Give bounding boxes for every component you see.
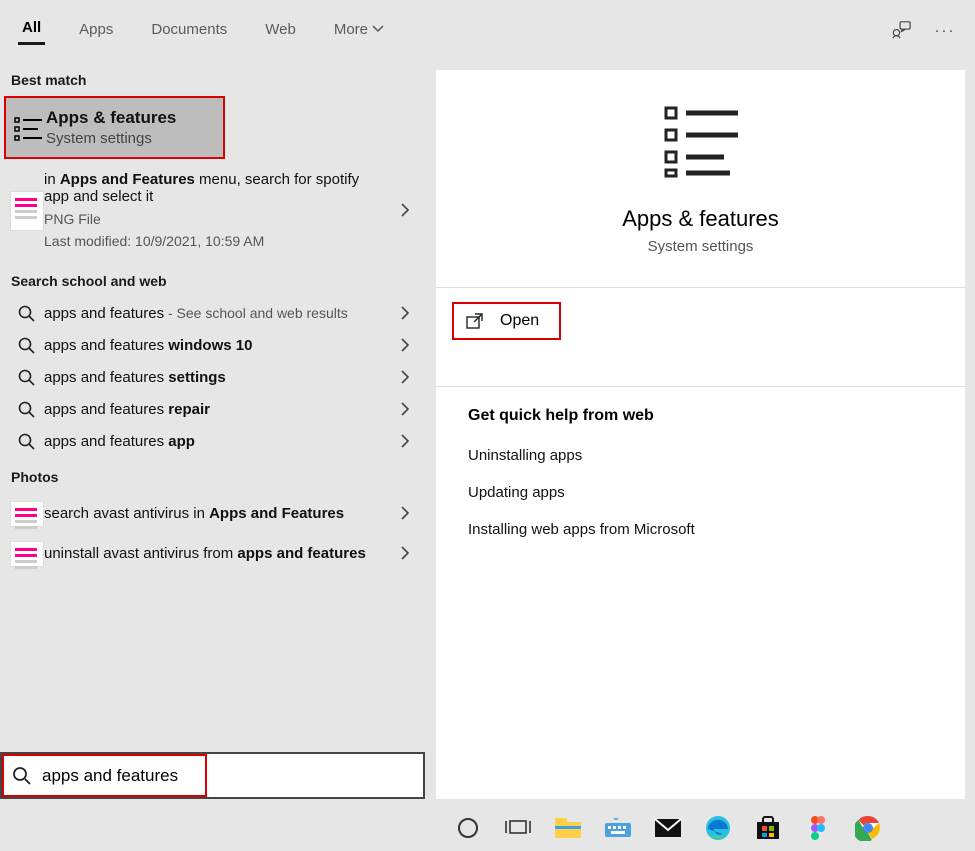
thumbnail-icon bbox=[10, 191, 44, 231]
section-best-match: Best match bbox=[0, 60, 426, 96]
file-result-modified: Last modified: 10/9/2021, 10:59 AM bbox=[44, 233, 386, 249]
file-result-title: in Apps and Features menu, search for sp… bbox=[44, 171, 386, 205]
tab-all[interactable]: All bbox=[18, 15, 45, 45]
search-icon bbox=[10, 367, 44, 387]
photo-result-0[interactable]: search avast antivirus in Apps and Featu… bbox=[0, 493, 426, 533]
preview-panel: Apps & features System settings Open Get… bbox=[436, 70, 965, 799]
photo-result-1[interactable]: uninstall avast antivirus from apps and … bbox=[0, 533, 426, 573]
search-icon bbox=[10, 399, 44, 419]
taskbar bbox=[435, 804, 975, 851]
chevron-right-icon bbox=[400, 203, 410, 217]
search-icon bbox=[10, 335, 44, 355]
chrome-icon[interactable] bbox=[853, 813, 883, 843]
help-link-installing[interactable]: Installing web apps from Microsoft bbox=[436, 511, 965, 548]
file-result-type: PNG File bbox=[44, 211, 386, 227]
search-icon bbox=[2, 766, 42, 786]
web-result-1[interactable]: apps and features windows 10 bbox=[0, 329, 426, 361]
results-panel: Best match Apps & features System settin… bbox=[0, 60, 426, 799]
mail-icon[interactable] bbox=[653, 813, 683, 843]
search-input[interactable] bbox=[42, 754, 423, 797]
tab-documents[interactable]: Documents bbox=[147, 17, 231, 44]
web-result-2[interactable]: apps and features settings bbox=[0, 361, 426, 393]
keyboard-icon[interactable] bbox=[603, 813, 633, 843]
file-explorer-icon[interactable] bbox=[553, 813, 583, 843]
web-result-3[interactable]: apps and features repair bbox=[0, 393, 426, 425]
preview-title: Apps & features bbox=[436, 206, 965, 232]
search-icon bbox=[10, 303, 44, 323]
section-photos: Photos bbox=[0, 457, 426, 493]
help-link-updating[interactable]: Updating apps bbox=[436, 474, 965, 511]
feedback-icon[interactable] bbox=[891, 20, 911, 40]
open-button[interactable]: Open bbox=[452, 302, 561, 340]
figma-icon[interactable] bbox=[803, 813, 833, 843]
chevron-right-icon bbox=[400, 546, 410, 560]
tab-more-label: More bbox=[334, 21, 368, 38]
help-header: Get quick help from web bbox=[436, 387, 965, 437]
tab-more[interactable]: More bbox=[330, 17, 388, 44]
chevron-right-icon bbox=[400, 338, 410, 352]
web-result-text: apps and features - See school and web r… bbox=[44, 305, 386, 322]
file-result[interactable]: in Apps and Features menu, search for sp… bbox=[0, 159, 426, 261]
section-search-web: Search school and web bbox=[0, 261, 426, 297]
chevron-right-icon bbox=[400, 370, 410, 384]
best-match-apps-features[interactable]: Apps & features System settings bbox=[4, 96, 225, 159]
top-right: ··· bbox=[891, 20, 963, 40]
web-result-0[interactable]: apps and features - See school and web r… bbox=[0, 297, 426, 329]
options-icon[interactable]: ··· bbox=[935, 20, 955, 40]
open-label: Open bbox=[500, 312, 539, 330]
help-link-uninstalling[interactable]: Uninstalling apps bbox=[436, 437, 965, 474]
edge-icon[interactable] bbox=[703, 813, 733, 843]
thumbnail-icon bbox=[10, 541, 44, 567]
chevron-right-icon bbox=[400, 434, 410, 448]
best-match-subtitle: System settings bbox=[46, 130, 183, 147]
task-view-icon[interactable] bbox=[503, 813, 533, 843]
thumbnail-icon bbox=[10, 501, 44, 527]
preview-subtitle: System settings bbox=[436, 238, 965, 255]
chevron-right-icon bbox=[400, 306, 410, 320]
apps-features-icon bbox=[660, 102, 742, 180]
search-tabs: All Apps Documents Web More bbox=[18, 15, 388, 45]
list-settings-icon bbox=[12, 114, 46, 142]
cortana-icon[interactable] bbox=[453, 813, 483, 843]
chevron-right-icon bbox=[400, 506, 410, 520]
store-icon[interactable] bbox=[753, 813, 783, 843]
tab-web[interactable]: Web bbox=[261, 17, 300, 44]
search-bar[interactable] bbox=[0, 752, 425, 799]
tab-apps[interactable]: Apps bbox=[75, 17, 117, 44]
top-bar: All Apps Documents Web More ··· bbox=[0, 0, 975, 60]
search-icon bbox=[10, 431, 44, 451]
web-result-4[interactable]: apps and features app bbox=[0, 425, 426, 457]
chevron-right-icon bbox=[400, 402, 410, 416]
best-match-title: Apps & features bbox=[46, 108, 183, 128]
chevron-down-icon bbox=[372, 24, 384, 34]
open-icon bbox=[466, 313, 484, 329]
